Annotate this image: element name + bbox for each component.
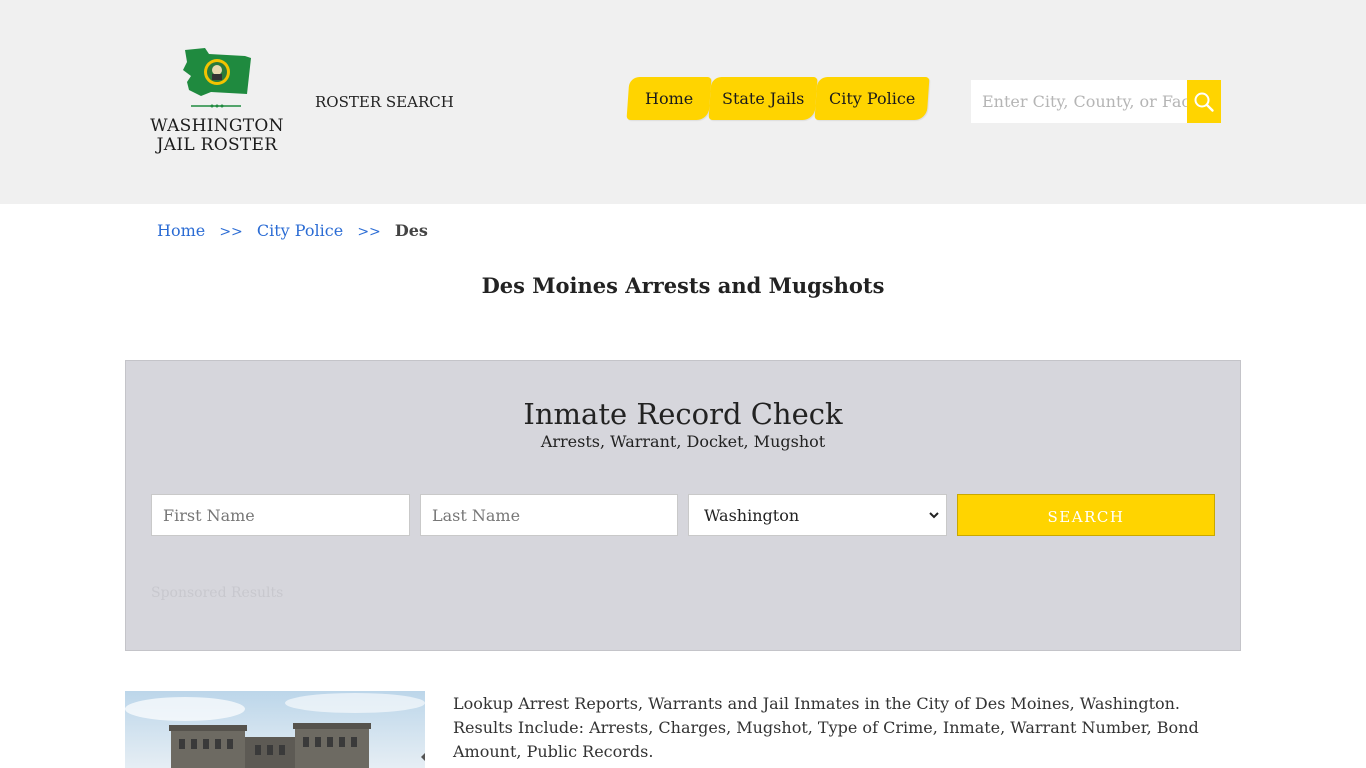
page-description: Lookup Arrest Reports, Warrants and Jail…	[453, 694, 1199, 761]
page-title: Des Moines Arrests and Mugshots	[481, 273, 885, 298]
last-name-input[interactable]	[420, 494, 678, 536]
site-header: WASHINGTON JAIL ROSTER ROSTER SEARCH Hom…	[0, 0, 1366, 204]
chevron-down-icon	[929, 512, 939, 519]
nav-city-police-label: City Police	[828, 89, 916, 108]
record-check-title: Inmate Record Check	[523, 397, 843, 431]
search-icon	[1194, 92, 1214, 112]
record-search-button[interactable]: SEARCH	[957, 494, 1215, 536]
nav-city-police[interactable]: City Police	[814, 77, 930, 120]
nav-state-jails-label: State Jails	[721, 89, 805, 108]
state-select-value: Washington	[704, 505, 800, 525]
nav-state-jails[interactable]: State Jails	[708, 77, 818, 120]
washington-state-flag-icon	[183, 48, 251, 108]
breadcrumb-separator: >>	[219, 224, 243, 240]
site-search-input[interactable]	[971, 80, 1187, 123]
nav-home[interactable]: Home	[626, 77, 712, 120]
breadcrumb-current: Des	[394, 221, 428, 240]
logo-text-line2: JAIL ROSTER	[156, 135, 278, 155]
sponsored-results-label: Sponsored Results	[151, 585, 284, 601]
breadcrumb: Home >> City Police >> Des	[157, 221, 428, 240]
inmate-record-check-panel: Inmate Record Check Arrests, Warrant, Do…	[125, 360, 1241, 651]
site-search-button[interactable]	[1187, 80, 1221, 123]
record-check-subtitle: Arrests, Warrant, Docket, Mugshot	[540, 432, 826, 451]
city-building-photo	[125, 691, 425, 768]
roster-search-link[interactable]: ROSTER SEARCH	[315, 93, 454, 111]
breadcrumb-city-police[interactable]: City Police	[257, 221, 343, 240]
breadcrumb-home[interactable]: Home	[157, 221, 205, 240]
state-select[interactable]: Washington	[688, 494, 947, 536]
logo-text-line1: WASHINGTON	[150, 116, 284, 136]
nav-home-label: Home	[644, 89, 694, 108]
breadcrumb-separator: >>	[357, 224, 381, 240]
first-name-input[interactable]	[151, 494, 410, 536]
site-logo[interactable]: WASHINGTON JAIL ROSTER	[148, 44, 286, 160]
